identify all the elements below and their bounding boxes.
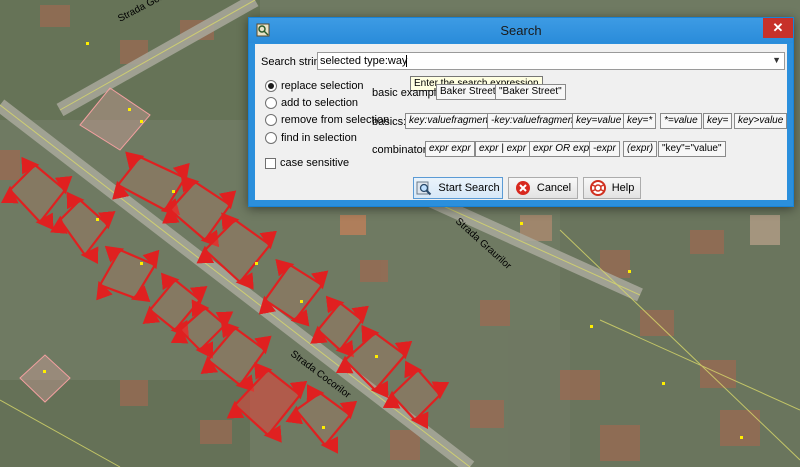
- basics-chip[interactable]: key:valuefragment: [405, 113, 495, 129]
- basics-chip[interactable]: -key:valuefragment: [487, 113, 581, 129]
- combinator-chip[interactable]: expr expr: [425, 141, 475, 157]
- combinator-chip[interactable]: -expr: [589, 141, 620, 157]
- close-icon: ✕: [772, 20, 784, 35]
- search-input[interactable]: [320, 54, 760, 68]
- help-icon: [589, 180, 606, 196]
- help-label: Help: [611, 182, 635, 194]
- help-button[interactable]: Help: [583, 177, 641, 199]
- search-dialog: Search ✕ Search string: ▼ Enter the sear…: [248, 17, 794, 207]
- cancel-icon: [515, 181, 530, 195]
- checkbox-label: case sensitive: [280, 157, 350, 169]
- start-search-button[interactable]: Start Search: [413, 177, 503, 199]
- basics-chip[interactable]: key=: [703, 113, 733, 129]
- dialog-content: Search string: ▼ Enter the search expres…: [255, 44, 788, 200]
- basics-row: key:valuefragment -key:valuefragment key…: [255, 113, 788, 129]
- example-chip[interactable]: Baker Street: [436, 84, 500, 100]
- search-combobox[interactable]: ▼: [317, 52, 785, 70]
- dialog-title: Search: [500, 23, 542, 38]
- basics-chip[interactable]: key=*: [623, 113, 657, 129]
- checkbox-indicator[interactable]: [265, 157, 276, 169]
- search-icon: [416, 181, 432, 196]
- combinator-chip[interactable]: "key"="value": [658, 141, 726, 157]
- combinator-chip[interactable]: expr OR expr: [529, 141, 597, 157]
- basics-chip[interactable]: key=value: [572, 113, 626, 129]
- text-caret: [406, 55, 407, 67]
- dialog-titlebar[interactable]: Search ✕: [249, 18, 793, 43]
- basic-examples-row: Baker Street "Baker Street": [255, 84, 787, 100]
- close-button[interactable]: ✕: [763, 18, 793, 38]
- combinators-row: expr expr expr | expr expr OR expr -expr…: [255, 141, 787, 157]
- example-chip[interactable]: "Baker Street": [495, 84, 566, 100]
- combinator-chip[interactable]: (expr): [623, 141, 658, 157]
- basics-chip[interactable]: key>value: [734, 113, 788, 129]
- cancel-button[interactable]: Cancel: [508, 177, 578, 199]
- case-sensitive-checkbox[interactable]: case sensitive: [265, 157, 349, 169]
- combinator-chip[interactable]: expr | expr: [475, 141, 531, 157]
- chevron-down-icon[interactable]: ▼: [772, 55, 781, 65]
- cancel-label: Cancel: [536, 182, 572, 194]
- start-search-label: Start Search: [438, 182, 500, 194]
- basics-chip[interactable]: *=value: [660, 113, 702, 129]
